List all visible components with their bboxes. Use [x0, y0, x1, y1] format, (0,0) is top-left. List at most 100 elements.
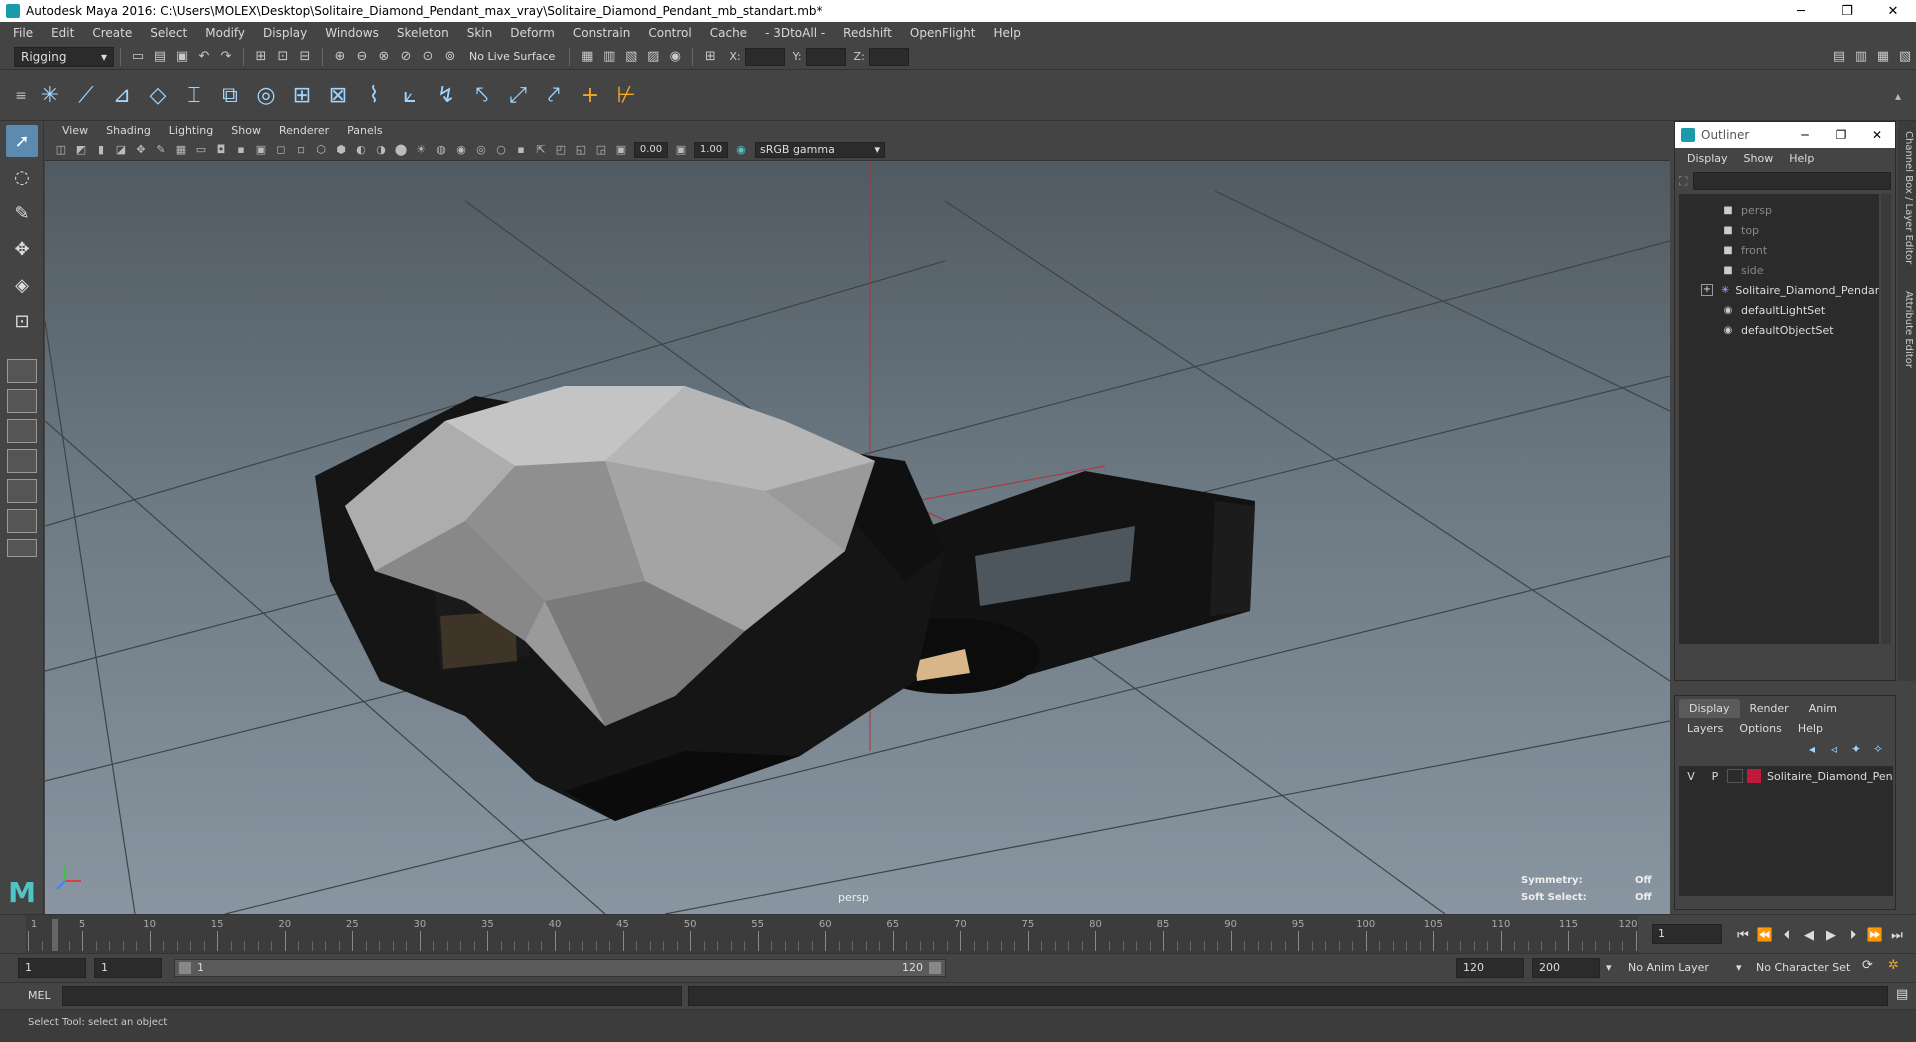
scale-tool-icon[interactable]: ⊡ — [6, 305, 38, 337]
snap-vertex-icon[interactable]: ⊚ — [441, 48, 459, 66]
current-frame-field[interactable]: 1 — [1652, 924, 1722, 944]
joint-tool-icon[interactable]: ✳ — [34, 80, 66, 112]
menu-file[interactable]: File — [4, 26, 42, 40]
range-start-handle[interactable] — [179, 962, 191, 974]
gamma-field[interactable]: 1.00 — [694, 141, 728, 158]
3d-viewport-scene[interactable]: persp Symmetry: Off Soft Select: Off — [45, 161, 1670, 914]
depth-of-field-icon[interactable]: ▪ — [512, 141, 530, 159]
snap-grid-icon[interactable]: ⊕ — [331, 48, 349, 66]
paint-select-tool-icon[interactable]: ✎ — [6, 197, 38, 229]
open-scene-icon[interactable]: ▤ — [151, 48, 169, 66]
grid-icon[interactable]: ▦ — [172, 141, 190, 159]
wireframe-on-shaded-icon[interactable]: ◑ — [372, 141, 390, 159]
move-tool-icon[interactable]: ✥ — [6, 233, 38, 265]
hypershade-layout-icon[interactable] — [7, 509, 37, 533]
x-field[interactable] — [744, 47, 785, 66]
outliner-item[interactable]: ■ side — [1679, 260, 1879, 280]
viewport-menu-view[interactable]: View — [53, 124, 97, 137]
render-settings-icon[interactable]: ▦ — [578, 48, 596, 66]
snap-view-icon[interactable]: ⊘ — [397, 48, 415, 66]
go-to-start-icon[interactable]: ⏮ — [1733, 925, 1753, 945]
tool-settings-toggle-icon[interactable]: ▦ — [1874, 48, 1892, 66]
orient-joint-icon[interactable]: ⌶ — [178, 80, 210, 112]
animation-end-field[interactable]: 200 — [1532, 958, 1600, 978]
view-transform-dropdown[interactable]: sRGB gamma ▾ — [755, 141, 885, 158]
locator-icon[interactable]: + — [574, 80, 606, 112]
use-all-lights-icon[interactable]: ☀ — [412, 141, 430, 159]
outliner-item[interactable]: ■ front — [1679, 240, 1879, 260]
menu-edit[interactable]: Edit — [42, 26, 83, 40]
outliner-menu-show[interactable]: Show — [1736, 152, 1782, 165]
select-object-icon[interactable]: ⊡ — [274, 48, 292, 66]
gate-mask-icon[interactable]: ▪ — [232, 141, 250, 159]
menu-redshift[interactable]: Redshift — [834, 26, 901, 40]
transform-input-icon[interactable]: ⊞ — [701, 48, 719, 66]
menu-display[interactable]: Display — [254, 26, 316, 40]
play-backwards-icon[interactable]: ◀ — [1799, 925, 1819, 945]
playback-end-field[interactable]: 120 — [1456, 958, 1524, 978]
outliner-item[interactable]: ■ top — [1679, 220, 1879, 240]
resolution-gate-icon[interactable]: ◘ — [212, 141, 230, 159]
single-pane-layout-icon[interactable] — [7, 359, 37, 383]
render-view-icon[interactable]: ▨ — [644, 48, 662, 66]
anti-aliasing-icon[interactable]: ○ — [492, 141, 510, 159]
expand-icon[interactable]: + — [1701, 284, 1713, 296]
menu-modify[interactable]: Modify — [196, 26, 254, 40]
snap-point-icon[interactable]: ⊗ — [375, 48, 393, 66]
four-pane-layout-icon[interactable] — [7, 389, 37, 413]
outliner-persp-layout-icon[interactable] — [7, 449, 37, 473]
outliner-item[interactable]: + ✳ Solitaire_Diamond_Pendar — [1679, 280, 1879, 300]
play-forwards-icon[interactable]: ▶ — [1821, 925, 1841, 945]
outliner-menu-display[interactable]: Display — [1679, 152, 1736, 165]
y-field[interactable] — [805, 47, 846, 66]
snap-surface-icon[interactable]: ⊙ — [419, 48, 437, 66]
select-component-icon[interactable]: ⊟ — [296, 48, 314, 66]
animation-preferences-icon[interactable]: ✲ — [1888, 958, 1899, 973]
layer-playback-toggle[interactable]: P — [1703, 770, 1727, 783]
viewport-menu-renderer[interactable]: Renderer — [270, 124, 338, 137]
bookmarks-icon[interactable]: ▮ — [92, 141, 110, 159]
rotate-tool-icon[interactable]: ◈ — [6, 269, 38, 301]
outliner-item[interactable]: ◉ defaultLightSet — [1679, 300, 1879, 320]
viewport-menu-show[interactable]: Show — [222, 124, 270, 137]
rigid-bind-icon[interactable]: ◎ — [250, 80, 282, 112]
shelf-menu-icon[interactable]: ≡ — [12, 80, 30, 112]
mirror-joint-icon[interactable]: ◇ — [142, 80, 174, 112]
move-layer-up-icon[interactable]: ◂ — [1801, 742, 1823, 756]
graph-persp-layout-icon[interactable] — [7, 479, 37, 503]
ik-handle-icon[interactable]: ⟋ — [70, 80, 102, 112]
step-forward-frame-icon[interactable]: ⏵ — [1843, 925, 1863, 945]
field-chart-icon[interactable]: ▣ — [252, 141, 270, 159]
menu-set-dropdown[interactable]: Rigging ▾ — [14, 46, 114, 67]
menu-windows[interactable]: Windows — [316, 26, 388, 40]
layer-visibility-toggle[interactable]: V — [1679, 770, 1703, 783]
step-back-frame-icon[interactable]: ⏴ — [1777, 925, 1797, 945]
anim-layer-dropdown[interactable]: No Anim Layer — [1628, 961, 1709, 974]
menu-deform[interactable]: Deform — [501, 26, 564, 40]
xray-icon[interactable]: ◰ — [552, 141, 570, 159]
new-layer-selected-icon[interactable]: ✧ — [1867, 742, 1889, 756]
redo-icon[interactable]: ↷ — [217, 48, 235, 66]
select-hierarchy-icon[interactable]: ⊞ — [252, 48, 270, 66]
menu-create[interactable]: Create — [83, 26, 141, 40]
film-gate-icon[interactable]: ▭ — [192, 141, 210, 159]
viewport-menu-shading[interactable]: Shading — [97, 124, 160, 137]
layer-color-swatch[interactable] — [1747, 769, 1761, 783]
range-bar[interactable]: 1 120 — [174, 959, 946, 977]
isolate-select-icon[interactable]: ⇱ — [532, 141, 550, 159]
2d-pan-zoom-icon[interactable]: ✥ — [132, 141, 150, 159]
viewport-menu-panels[interactable]: Panels — [338, 124, 391, 137]
menu-3dtoall[interactable]: - 3DtoAll - — [756, 26, 834, 40]
exposure-icon[interactable]: ▣ — [612, 141, 630, 159]
xray-joints-icon[interactable]: ◱ — [572, 141, 590, 159]
z-field[interactable] — [868, 47, 909, 66]
smooth-bind-icon[interactable]: ⧉ — [214, 80, 246, 112]
tab-display[interactable]: Display — [1679, 699, 1740, 718]
layer-row[interactable]: V P Solitaire_Diamond_Pen — [1679, 766, 1893, 786]
image-plane-icon[interactable]: ◪ — [112, 141, 130, 159]
safe-action-icon[interactable]: ◻ — [272, 141, 290, 159]
restore-button[interactable]: ❐ — [1824, 0, 1870, 22]
point-constraint-icon[interactable]: ↯ — [430, 80, 462, 112]
select-tool-icon[interactable]: ➚ — [6, 125, 38, 157]
textured-icon[interactable]: ⬤ — [392, 141, 410, 159]
